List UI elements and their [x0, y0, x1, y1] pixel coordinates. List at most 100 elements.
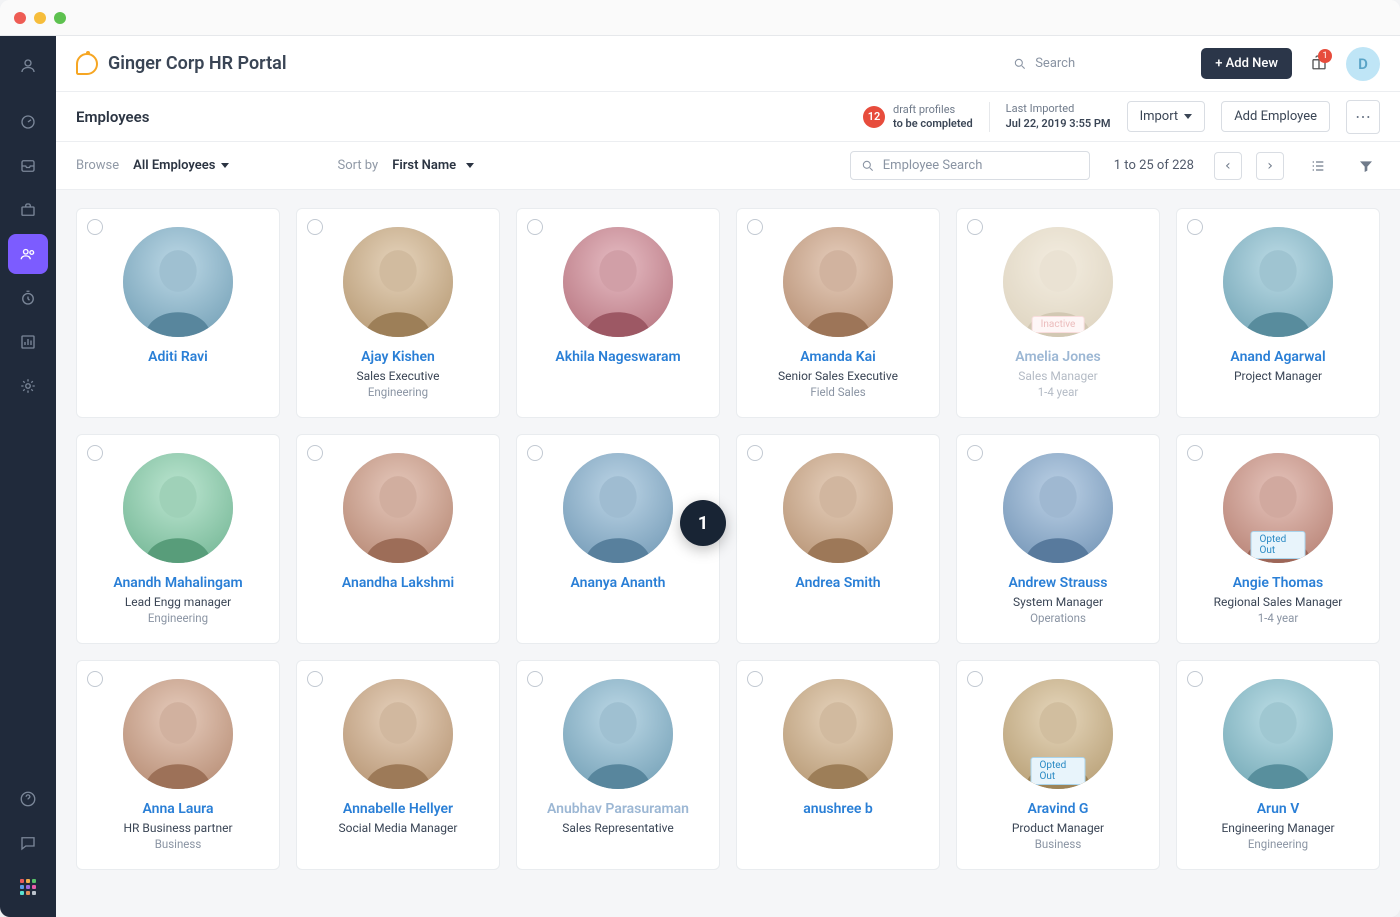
employee-search-input[interactable]: Employee Search — [850, 151, 1090, 180]
employee-name: Anandha Lakshmi — [342, 575, 454, 591]
select-checkbox[interactable] — [747, 219, 763, 235]
next-page-button[interactable]: › — [1256, 152, 1284, 180]
global-search-input[interactable]: Search — [1003, 50, 1183, 77]
employee-name: anushree b — [803, 801, 873, 817]
sidebar-people-icon[interactable] — [8, 234, 48, 274]
employee-photo — [563, 227, 673, 337]
sidebar-help-icon[interactable] — [8, 779, 48, 819]
minimize-window-icon[interactable] — [34, 12, 46, 24]
employee-card[interactable]: anushree b — [736, 660, 940, 870]
employee-card[interactable]: Annabelle Hellyer Social Media Manager — [296, 660, 500, 870]
add-employee-button[interactable]: Add Employee — [1221, 101, 1330, 132]
select-checkbox[interactable] — [1187, 219, 1203, 235]
sidebar-time-icon[interactable] — [8, 278, 48, 318]
select-checkbox[interactable] — [87, 671, 103, 687]
employee-card[interactable]: Ajay Kishen Sales Executive Engineering — [296, 208, 500, 418]
select-checkbox[interactable] — [967, 219, 983, 235]
sidebar-reports-icon[interactable] — [8, 322, 48, 362]
sidebar-inbox-icon[interactable] — [8, 146, 48, 186]
add-new-button[interactable]: + Add New — [1201, 48, 1292, 79]
select-checkbox[interactable] — [527, 445, 543, 461]
select-checkbox[interactable] — [747, 445, 763, 461]
pagination-info: 1 to 25 of 228 — [1114, 158, 1194, 173]
employee-photo — [343, 679, 453, 789]
select-checkbox[interactable] — [747, 671, 763, 687]
select-checkbox[interactable] — [527, 219, 543, 235]
select-checkbox[interactable] — [1187, 445, 1203, 461]
employee-photo — [343, 453, 453, 563]
employee-name: Annabelle Hellyer — [343, 801, 453, 817]
employee-card[interactable]: Amanda Kai Senior Sales Executive Field … — [736, 208, 940, 418]
draft-profiles-notice[interactable]: 12 draft profiles to be completed — [863, 103, 973, 129]
window-titlebar — [0, 0, 1400, 36]
employee-photo — [783, 453, 893, 563]
select-checkbox[interactable] — [307, 219, 323, 235]
prev-page-button[interactable]: ‹ — [1214, 152, 1242, 180]
sidebar-profile-icon[interactable] — [8, 46, 48, 86]
sidebar-dashboard-icon[interactable] — [8, 102, 48, 142]
employee-name: Angie Thomas — [1233, 575, 1323, 591]
select-checkbox[interactable] — [1187, 671, 1203, 687]
employee-name: Anandh Mahalingam — [113, 575, 242, 591]
browse-dropdown[interactable]: All Employees — [133, 158, 229, 173]
employee-card[interactable]: Andrew Strauss System Manager Operations — [956, 434, 1160, 644]
employee-card[interactable]: Anna Laura HR Business partner Business — [76, 660, 280, 870]
page-title: Employees — [76, 108, 149, 126]
employee-photo — [563, 453, 673, 563]
select-checkbox[interactable] — [87, 219, 103, 235]
brand-title: Ginger Corp HR Portal — [108, 53, 287, 74]
employee-name: Andrea Smith — [795, 575, 880, 591]
employee-card[interactable]: Anandh Mahalingam Lead Engg manager Engi… — [76, 434, 280, 644]
select-checkbox[interactable] — [307, 445, 323, 461]
employee-card[interactable]: Anubhav Parasuraman Sales Representative — [516, 660, 720, 870]
employee-role: Sales Manager — [1018, 369, 1097, 383]
status-pill: Opted Out — [1251, 531, 1306, 559]
sidebar-briefcase-icon[interactable] — [8, 190, 48, 230]
filter-icon[interactable] — [1352, 152, 1380, 180]
employee-card[interactable]: Andrea Smith — [736, 434, 940, 644]
employee-name: Akhila Nageswaram — [555, 349, 680, 365]
employee-name: Anubhav Parasuraman — [547, 801, 689, 817]
close-window-icon[interactable] — [14, 12, 26, 24]
list-view-toggle[interactable] — [1304, 152, 1332, 180]
employee-card[interactable]: Opted Out Aravind G Product Manager Busi… — [956, 660, 1160, 870]
employee-card[interactable]: Anandha Lakshmi — [296, 434, 500, 644]
user-avatar[interactable]: D — [1346, 47, 1380, 81]
sort-dropdown[interactable]: First Name — [392, 158, 474, 173]
select-checkbox[interactable] — [307, 671, 323, 687]
employee-dept: 1-4 year — [1038, 385, 1079, 399]
brand: Ginger Corp HR Portal — [76, 53, 287, 75]
employee-dept: Business — [155, 837, 202, 851]
employee-name: Arun V — [1257, 801, 1300, 817]
import-button[interactable]: Import — [1127, 101, 1206, 132]
search-placeholder: Search — [1035, 56, 1075, 71]
employee-name: Andrew Strauss — [1009, 575, 1108, 591]
employee-card[interactable]: Anand Agarwal Project Manager — [1176, 208, 1380, 418]
employee-dept: Field Sales — [810, 385, 865, 399]
employee-dept: Engineering — [368, 385, 428, 399]
employee-name: Anand Agarwal — [1230, 349, 1325, 365]
select-checkbox[interactable] — [527, 671, 543, 687]
employee-role: System Manager — [1013, 595, 1103, 609]
employee-card[interactable]: Inactive Amelia Jones Sales Manager 1-4 … — [956, 208, 1160, 418]
maximize-window-icon[interactable] — [54, 12, 66, 24]
gift-icon[interactable]: 1 — [1310, 53, 1328, 75]
filter-row: Browse All Employees Sort by First Name … — [56, 142, 1400, 190]
employee-card[interactable]: Aditi Ravi — [76, 208, 280, 418]
employee-name: Aditi Ravi — [148, 349, 208, 365]
more-options-button[interactable]: ⋯ — [1346, 100, 1380, 134]
sidebar-apps-icon[interactable] — [8, 867, 48, 907]
employee-card[interactable]: Akhila Nageswaram — [516, 208, 720, 418]
employee-name: Aravind G — [1028, 801, 1089, 817]
employee-card[interactable]: Arun V Engineering Manager Engineering — [1176, 660, 1380, 870]
employee-card[interactable]: Opted Out Angie Thomas Regional Sales Ma… — [1176, 434, 1380, 644]
select-checkbox[interactable] — [967, 671, 983, 687]
select-checkbox[interactable] — [967, 445, 983, 461]
draft-count-badge: 12 — [863, 106, 885, 128]
employee-role: Senior Sales Executive — [778, 369, 898, 383]
select-checkbox[interactable] — [87, 445, 103, 461]
status-pill: Inactive — [1032, 316, 1085, 333]
sidebar-chat-icon[interactable] — [8, 823, 48, 863]
tour-step-badge: 1 — [680, 500, 726, 546]
sidebar-settings-icon[interactable] — [8, 366, 48, 406]
